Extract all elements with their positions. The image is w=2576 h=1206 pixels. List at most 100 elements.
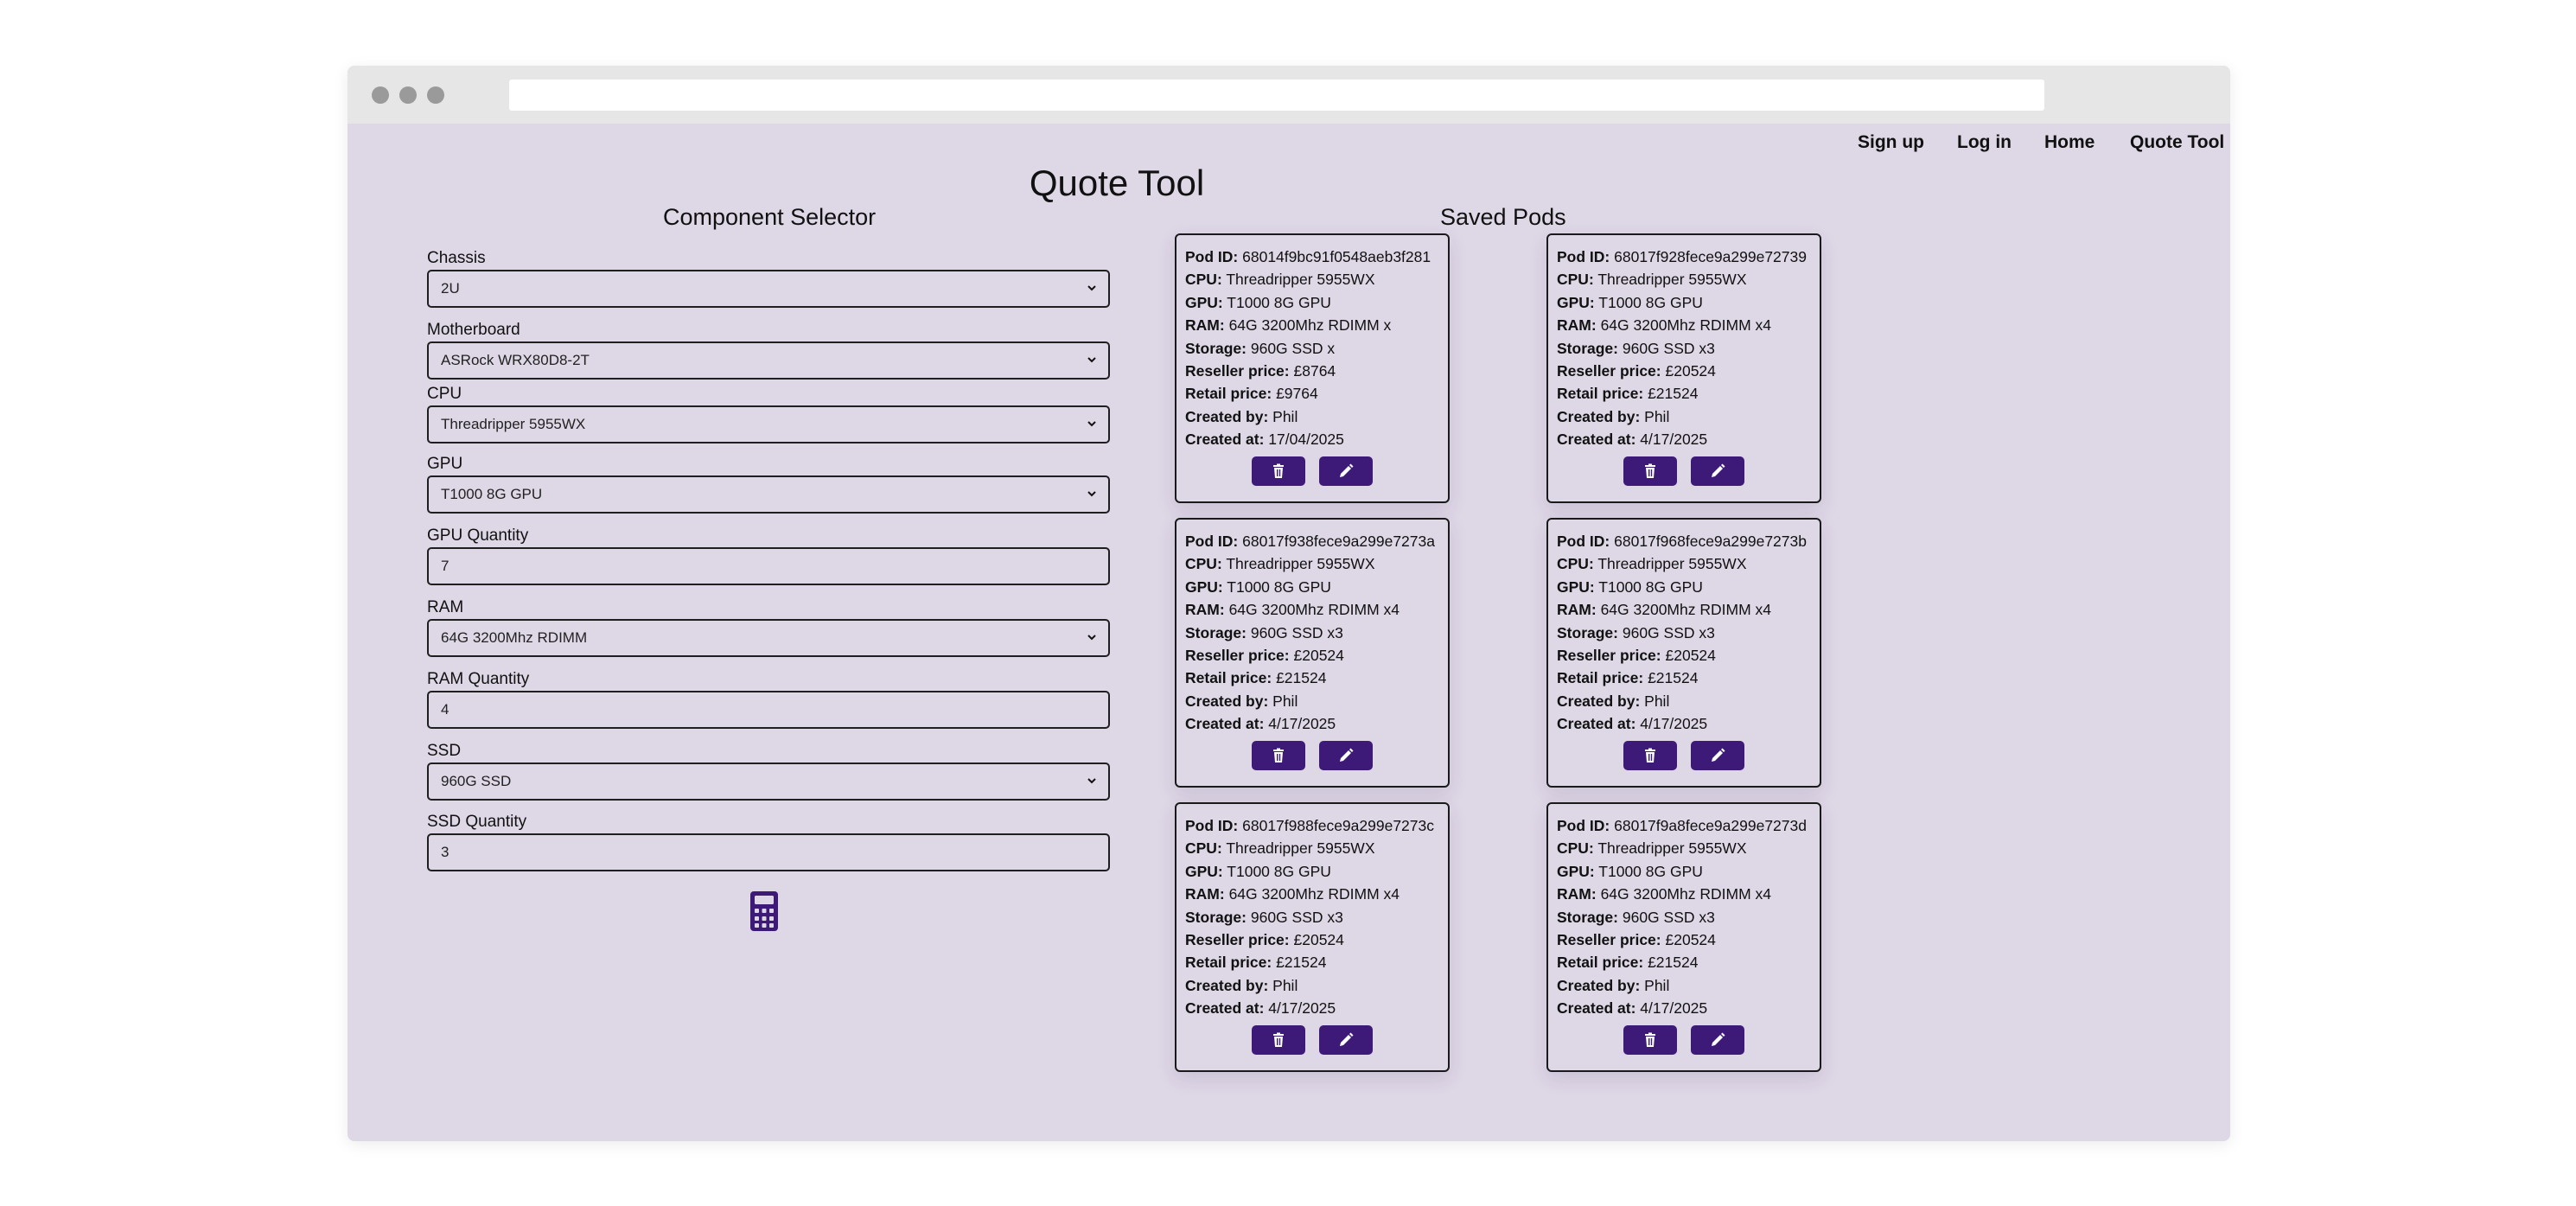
trash-icon	[1645, 1032, 1655, 1047]
pod-storage-row: Storage: 960G SSD x	[1185, 337, 1448, 360]
pod-actions	[1548, 741, 1820, 770]
pencil-icon	[1340, 463, 1354, 477]
pod-field-value: 68017f928fece9a299e72739	[1614, 248, 1807, 265]
pod-field-value: £21524	[1276, 669, 1327, 687]
pod-cpu-row: CPU: Threadripper 5955WX	[1557, 552, 1820, 575]
pod-actions	[1176, 456, 1448, 486]
pod-field-label: Retail price:	[1185, 385, 1272, 403]
pod-field-label: Created at:	[1557, 431, 1636, 449]
pod-field-value: Phil	[1644, 407, 1670, 425]
pod-field-label: Retail price:	[1557, 669, 1644, 687]
edit-pod-button[interactable]	[1691, 456, 1744, 486]
pod-field-value: £9764	[1276, 385, 1318, 403]
pod-field-value: T1000 8G GPU	[1598, 862, 1703, 880]
ssd-select[interactable]: 960G SSD	[427, 763, 1110, 801]
window-minimize-dot[interactable]	[399, 86, 417, 104]
pod-field-value: 960G SSD x3	[1622, 623, 1715, 641]
chevron-down-icon	[1087, 491, 1096, 497]
cpu-select[interactable]: Threadripper 5955WX	[427, 405, 1110, 443]
component-selector-title: Component Selector	[663, 204, 877, 230]
pod-id-row: Pod ID: 68017f988fece9a299e7273c	[1185, 814, 1448, 837]
cpu-value: Threadripper 5955WX	[441, 416, 586, 432]
pod-created-by-row: Created by: Phil	[1557, 690, 1820, 712]
pod-field-value: Threadripper 5955WX	[1597, 839, 1747, 858]
pod-created-at-row: Created at: 17/04/2025	[1185, 428, 1448, 450]
window-close-dot[interactable]	[372, 86, 389, 104]
pod-cpu-row: CPU: Threadripper 5955WX	[1185, 268, 1448, 290]
pod-retail-price-row: Retail price: £21524	[1557, 382, 1820, 405]
edit-pod-button[interactable]	[1691, 1025, 1744, 1055]
delete-pod-button[interactable]	[1623, 456, 1677, 486]
ssd-quantity-value: 3	[441, 844, 450, 860]
gpu-quantity-value: 7	[441, 558, 450, 574]
delete-pod-button[interactable]	[1252, 1025, 1305, 1055]
pod-field-label: RAM:	[1557, 316, 1597, 335]
pod-storage-row: Storage: 960G SSD x3	[1185, 906, 1448, 928]
pod-storage-row: Storage: 960G SSD x3	[1557, 337, 1820, 360]
gpu-quantity-label: GPU Quantity	[427, 526, 529, 545]
pod-field-value: £21524	[1276, 954, 1327, 972]
pod-field-value: 960G SSD x3	[1250, 623, 1343, 641]
pod-field-value: 64G 3200Mhz RDIMM x4	[1600, 885, 1771, 903]
pod-actions	[1176, 1025, 1448, 1055]
nav-sign-up[interactable]: Sign up	[1858, 132, 1924, 153]
address-bar[interactable]	[509, 80, 2044, 111]
pod-field-label: Storage:	[1185, 623, 1247, 641]
pod-field-value: £20524	[1665, 931, 1716, 949]
pod-field-label: GPU:	[1557, 862, 1595, 880]
pod-id-row: Pod ID: 68017f928fece9a299e72739	[1557, 246, 1820, 268]
calculator-icon[interactable]	[750, 891, 778, 931]
pod-field-label: Pod ID:	[1557, 533, 1610, 550]
delete-pod-button[interactable]	[1623, 1025, 1677, 1055]
edit-pod-button[interactable]	[1319, 1025, 1373, 1055]
pod-field-value: T1000 8G GPU	[1598, 293, 1703, 311]
edit-pod-button[interactable]	[1319, 456, 1373, 486]
pencil-icon	[1340, 748, 1354, 762]
ram-quantity-input[interactable]: 4	[427, 691, 1110, 729]
pod-field-label: Reseller price:	[1557, 931, 1661, 949]
pod-card: Pod ID: 68017f968fece9a299e7273b CPU: Thr…	[1546, 518, 1821, 788]
pod-actions	[1176, 741, 1448, 770]
window-maximize-dot[interactable]	[427, 86, 444, 104]
pod-field-value: T1000 8G GPU	[1598, 577, 1703, 596]
pod-field-value: Phil	[1272, 407, 1298, 425]
pod-storage-row: Storage: 960G SSD x3	[1185, 622, 1448, 644]
pod-retail-price-row: Retail price: £21524	[1557, 951, 1820, 973]
pod-cpu-row: CPU: Threadripper 5955WX	[1557, 837, 1820, 859]
pod-field-label: Retail price:	[1185, 669, 1272, 687]
trash-icon	[1273, 463, 1284, 478]
ram-select[interactable]: 64G 3200Mhz RDIMM	[427, 619, 1110, 657]
motherboard-value: ASRock WRX80D8-2T	[441, 352, 590, 368]
pod-field-value: 4/17/2025	[1640, 715, 1708, 733]
delete-pod-button[interactable]	[1623, 741, 1677, 770]
pencil-icon	[1712, 748, 1725, 762]
edit-pod-button[interactable]	[1319, 741, 1373, 770]
gpu-select[interactable]: T1000 8G GPU	[427, 475, 1110, 514]
pod-ram-row: RAM: 64G 3200Mhz RDIMM x4	[1185, 598, 1448, 621]
ssd-quantity-input[interactable]: 3	[427, 833, 1110, 871]
nav-quote-tool[interactable]: Quote Tool	[2130, 132, 2224, 153]
trash-icon	[1645, 463, 1655, 478]
trash-icon	[1273, 1032, 1284, 1047]
pod-field-value: T1000 8G GPU	[1227, 577, 1331, 596]
pod-field-value: 4/17/2025	[1268, 715, 1336, 733]
delete-pod-button[interactable]	[1252, 456, 1305, 486]
pod-field-label: Created at:	[1557, 715, 1636, 733]
motherboard-select[interactable]: ASRock WRX80D8-2T	[427, 341, 1110, 380]
nav-home[interactable]: Home	[2044, 132, 2095, 153]
pod-field-value: 4/17/2025	[1640, 431, 1708, 449]
pod-field-label: GPU:	[1185, 862, 1223, 880]
chassis-select[interactable]: 2U	[427, 270, 1110, 308]
pod-gpu-row: GPU: T1000 8G GPU	[1185, 860, 1448, 883]
pod-reseller-price-row: Reseller price: £20524	[1185, 928, 1448, 951]
gpu-quantity-input[interactable]: 7	[427, 547, 1110, 585]
pod-field-value: 17/04/2025	[1268, 431, 1344, 449]
gpu-value: T1000 8G GPU	[441, 486, 543, 502]
nav-log-in[interactable]: Log in	[1957, 132, 2012, 153]
edit-pod-button[interactable]	[1691, 741, 1744, 770]
pod-id-row: Pod ID: 68017f9a8fece9a299e7273d	[1557, 814, 1820, 837]
pod-field-value: Threadripper 5955WX	[1597, 271, 1747, 289]
pod-field-value: 960G SSD x3	[1622, 339, 1715, 357]
pod-actions	[1548, 456, 1820, 486]
delete-pod-button[interactable]	[1252, 741, 1305, 770]
